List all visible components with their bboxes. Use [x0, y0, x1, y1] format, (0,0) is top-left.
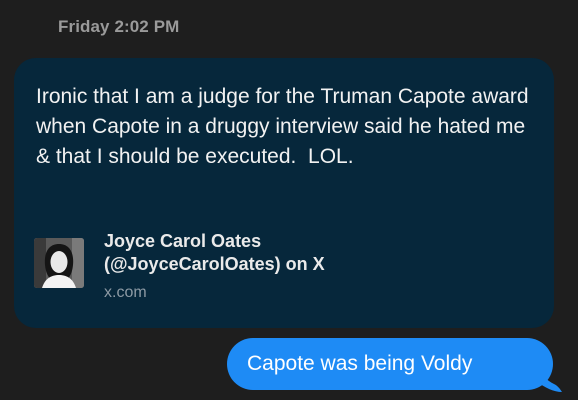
link-preview-title: Joyce Carol Oates (@JoyceCarolOates) on … [104, 230, 325, 276]
link-preview-card[interactable]: Joyce Carol Oates (@JoyceCarolOates) on … [34, 228, 534, 308]
received-message-text: Ironic that I am a judge for the Truman … [36, 85, 535, 168]
received-message-bubble[interactable]: Ironic that I am a judge for the Truman … [14, 58, 554, 328]
bubble-tail-icon [536, 366, 562, 392]
sent-message-text: Capote was being Voldy [247, 352, 473, 375]
link-preview-title-line1: Joyce Carol Oates [104, 231, 262, 251]
link-preview-domain: x.com [104, 284, 147, 301]
sent-message-bubble[interactable]: Capote was being Voldy [227, 338, 553, 390]
profile-photo-icon [34, 238, 84, 288]
message-thread: Friday 2:02 PM Ironic that I am a judge … [0, 0, 578, 400]
message-timestamp: Friday 2:02 PM [58, 17, 180, 36]
link-preview-title-line2: (@JoyceCarolOates) on X [104, 254, 325, 274]
